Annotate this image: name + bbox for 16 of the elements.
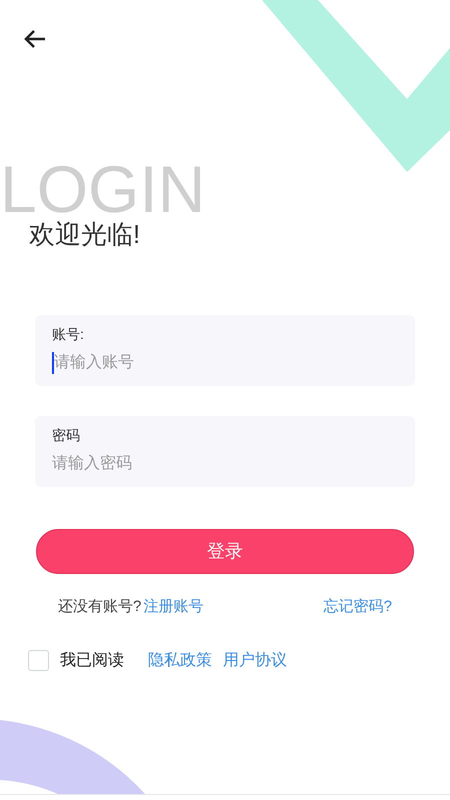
register-link[interactable]: 注册账号 [143,596,204,618]
register-prompt: 还没有账号? [58,597,142,617]
welcome-title: 欢迎光临! [29,219,140,249]
input-field[interactable]: 密码 请输入密码 [35,416,415,487]
forgot-password-link[interactable]: 忘记密码? [324,596,392,618]
input-field[interactable]: 账号: 请输入账号 [35,315,415,386]
policy-link[interactable]: 用户协议 [223,648,287,672]
field-label: 密码 [52,426,81,445]
text-input[interactable]: 请输入账号 [54,351,398,375]
text-input[interactable]: 请输入密码 [52,452,398,476]
agreement-label: 我已阅读 [60,650,124,670]
field-label: 账号: [52,325,85,344]
policy-link[interactable]: 隐私政策 [148,648,212,672]
agreement-checkbox[interactable] [28,650,49,671]
back-arrow-icon [23,29,47,49]
login-button[interactable]: 登录 [36,529,414,574]
